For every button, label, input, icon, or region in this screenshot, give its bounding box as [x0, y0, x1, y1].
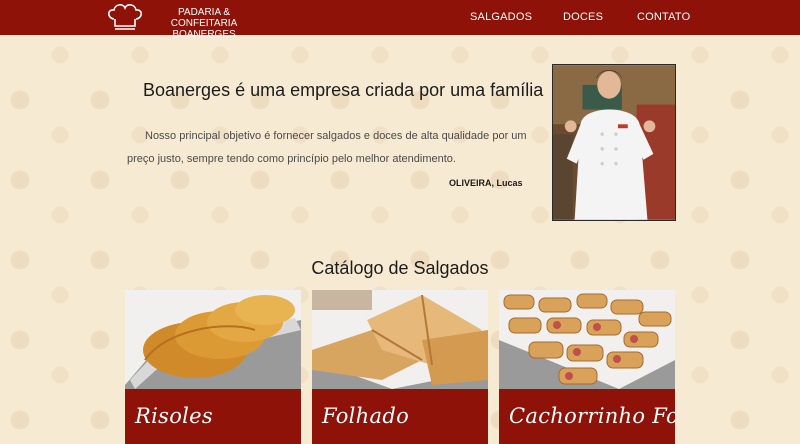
catalog-label-risoles: Risoles [135, 404, 213, 428]
chef-hat-icon[interactable] [104, 2, 146, 32]
nav-doces[interactable]: DOCES [563, 11, 603, 23]
intro-text: Nosso principal objetivo é fornecer salg… [127, 130, 527, 165]
cachorrinho-folhado-image [499, 290, 675, 389]
folhado-image [312, 290, 488, 389]
catalog-label-folhado: Folhado [322, 404, 410, 428]
catalog-card-cachorrinho-folhado[interactable]: Cachorrinho Folhado [499, 290, 675, 444]
catalog-title: Catálogo de Salgados [311, 258, 489, 278]
catalog-card-risoles[interactable]: Risoles [125, 290, 301, 444]
nav-salgados[interactable]: SALGADOS [470, 11, 532, 23]
catalog-card-folhado[interactable]: Folhado [312, 290, 488, 444]
brand-line-1: PADARIA & CONFEITARIA [170, 7, 238, 29]
catalog-label-cachorrinho-folhado: Cachorrinho Folhado [509, 404, 675, 428]
intro-title: Boanerges é uma empresa criada por uma f… [143, 80, 544, 100]
chef-photo [552, 64, 676, 221]
brand-line-2: BOANERGES [172, 29, 236, 40]
nav-contato[interactable]: CONTATO [637, 11, 690, 23]
navbar: PADARIA & CONFEITARIA BOANERGES SALGADOS… [0, 0, 800, 40]
author-name: OLIVEIRA, Lucas [449, 178, 523, 188]
brand-name[interactable]: PADARIA & CONFEITARIA BOANERGES [146, 7, 262, 40]
risoles-image [125, 290, 301, 389]
